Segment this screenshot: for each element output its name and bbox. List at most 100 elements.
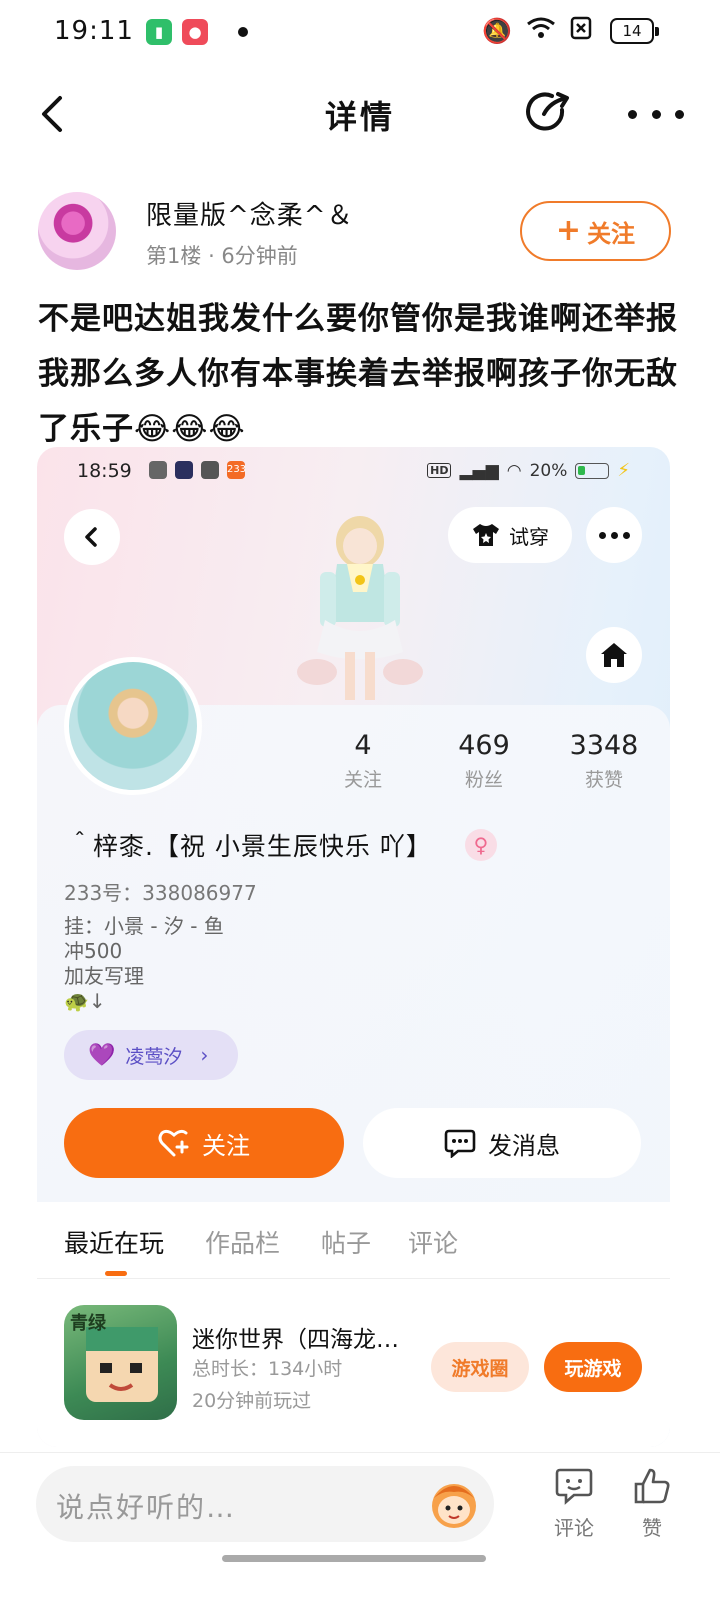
- author-name[interactable]: 限量版^念柔^＆: [146, 195, 354, 232]
- plus-icon: +: [555, 213, 582, 248]
- shirt-icon: [473, 524, 499, 546]
- game-title: 迷你世界（四海龙…: [192, 1327, 399, 1353]
- female-gender-icon: ♀: [465, 829, 497, 861]
- battery-saver-icon: ▮: [146, 19, 172, 45]
- sim-off-icon: [570, 16, 592, 47]
- image-message-button: 发消息: [363, 1108, 641, 1178]
- meta-separator: ·: [208, 244, 222, 268]
- thumbs-up-icon: [634, 1468, 670, 1504]
- status-bar: 19:11 ▮ ● 🔕 14: [0, 0, 720, 64]
- home-indicator[interactable]: [222, 1555, 486, 1562]
- image-profile-name: ＾梓桼.【祝 小景生辰快乐 吖】: [67, 832, 432, 861]
- app-233-icon: 233: [227, 461, 246, 479]
- bio-line: 冲500: [64, 939, 123, 963]
- active-tab-indicator: [105, 1271, 127, 1276]
- game-circle-button: 游戏圈: [431, 1342, 529, 1392]
- share-button[interactable]: [522, 88, 574, 140]
- comment-label: 评论: [554, 1516, 594, 1540]
- stat-label: 获赞: [584, 769, 623, 791]
- image-status-app-icons: 233: [149, 461, 246, 479]
- dot-icon: [610, 531, 618, 539]
- tab-works: 作品栏: [205, 1229, 281, 1258]
- dot-icon: [675, 109, 684, 119]
- home-icon: [601, 643, 627, 667]
- floor-label: 第1楼: [146, 244, 202, 268]
- follow-label: 关注: [587, 219, 636, 248]
- post-time: 6分钟前: [221, 244, 298, 268]
- post-image[interactable]: 18:59 233 HD ▂▄▆ ◠ 20% ⚡ 试穿 4 关注 469 粉丝 …: [37, 447, 670, 1447]
- bio-line: 🐢↓: [64, 989, 106, 1013]
- heart-plus-icon: [158, 1129, 189, 1157]
- stat-label: 粉丝: [464, 769, 503, 791]
- play-game-button: 玩游戏: [544, 1342, 642, 1392]
- stat-number: 4: [354, 730, 372, 761]
- chevron-right-icon: ›: [200, 1043, 209, 1067]
- image-back-button: [64, 509, 120, 565]
- stat-number: 469: [458, 730, 510, 761]
- dot-icon: [598, 531, 606, 539]
- post-content: 不是吧达姐我发什么要你管你是我谁啊还举报我那么多人你有本事挨着去举报啊孩子你无敌…: [38, 301, 678, 447]
- tab-recently-played: 最近在玩: [64, 1229, 165, 1258]
- post-meta: 第1楼 · 6分钟前: [146, 240, 298, 270]
- wechat-icon: [149, 461, 167, 479]
- comment-button[interactable]: 评论: [544, 1466, 604, 1541]
- bond-name: 凌莺汐: [125, 1045, 183, 1068]
- image-tabs-section: 最近在玩 作品栏 帖子 评论 青绿 迷你世界（四海龙… 总时长：134小时 20…: [37, 1202, 670, 1447]
- image-try-on-button: 试穿: [448, 507, 572, 563]
- more-options-button[interactable]: [628, 90, 684, 138]
- image-status-right: HD ▂▄▆ ◠ 20% ⚡: [427, 460, 630, 481]
- signal-icon: ▂▄▆: [459, 460, 499, 481]
- image-home-button: [586, 627, 642, 683]
- status-time: 19:11: [54, 16, 134, 46]
- avatar-character-figure: [297, 516, 423, 700]
- dot-icon: [651, 109, 661, 119]
- like-label: 赞: [642, 1516, 662, 1540]
- stat-followers: 469 粉丝: [439, 730, 529, 792]
- tab-posts: 帖子: [321, 1229, 372, 1258]
- follow-label: 关注: [202, 1131, 250, 1160]
- tab-comments: 评论: [408, 1229, 459, 1258]
- comment-placeholder: 说点好听的…: [56, 1491, 237, 1524]
- game-icon: 青绿: [64, 1305, 177, 1420]
- comment-icon: [555, 1468, 593, 1505]
- wifi-icon: [526, 16, 556, 47]
- back-arrow-icon: [85, 527, 97, 547]
- mascot-emoji-icon[interactable]: [425, 1478, 483, 1530]
- author-avatar[interactable]: [38, 192, 116, 270]
- divider: [37, 1278, 670, 1279]
- app-icon: [175, 461, 193, 479]
- try-on-label: 试穿: [509, 524, 549, 549]
- like-button[interactable]: 赞: [622, 1466, 682, 1541]
- image-status-time: 18:59: [77, 460, 132, 482]
- image-more-button: [586, 507, 642, 563]
- heart-icon: 💜: [88, 1042, 116, 1068]
- bio-line: 加友写理: [64, 964, 144, 988]
- chat-bubble-icon: [444, 1129, 476, 1158]
- screen-record-icon: ●: [182, 19, 208, 45]
- stat-likes: 3348 获赞: [559, 730, 649, 792]
- mini-world-game-icon: 青绿: [70, 1312, 158, 1402]
- game-last-played: 20分钟前玩过: [192, 1390, 312, 1412]
- stat-following: 4 关注: [318, 730, 408, 792]
- message-label: 发消息: [488, 1131, 560, 1160]
- stat-number: 3348: [569, 730, 639, 761]
- image-profile-avatar: [64, 657, 202, 795]
- game-duration: 总时长：134小时: [192, 1358, 343, 1380]
- battery-indicator: 14: [610, 18, 659, 44]
- game-icon-text: 青绿: [70, 1312, 107, 1334]
- share-icon: [526, 92, 569, 131]
- image-profile-bio: 挂：小景 - 汐 - 鱼 冲500 加友写理 🐢↓: [64, 914, 224, 1014]
- image-bond-chip: 💜 凌莺汐 ›: [64, 1030, 238, 1080]
- charging-icon: ⚡: [617, 460, 630, 481]
- stat-label: 关注: [343, 769, 382, 791]
- app-icon: [201, 461, 219, 479]
- divider: [0, 1452, 720, 1453]
- image-follow-button: 关注: [64, 1108, 344, 1178]
- dot-icon: [628, 109, 637, 119]
- mute-icon: 🔕: [482, 17, 512, 45]
- image-battery-percent: 20%: [529, 460, 568, 481]
- image-profile-id: 233号：338086977: [64, 881, 257, 905]
- battery-icon: [575, 462, 610, 479]
- wifi-icon: ◠: [506, 460, 522, 481]
- follow-author-button[interactable]: + 关注: [520, 201, 671, 261]
